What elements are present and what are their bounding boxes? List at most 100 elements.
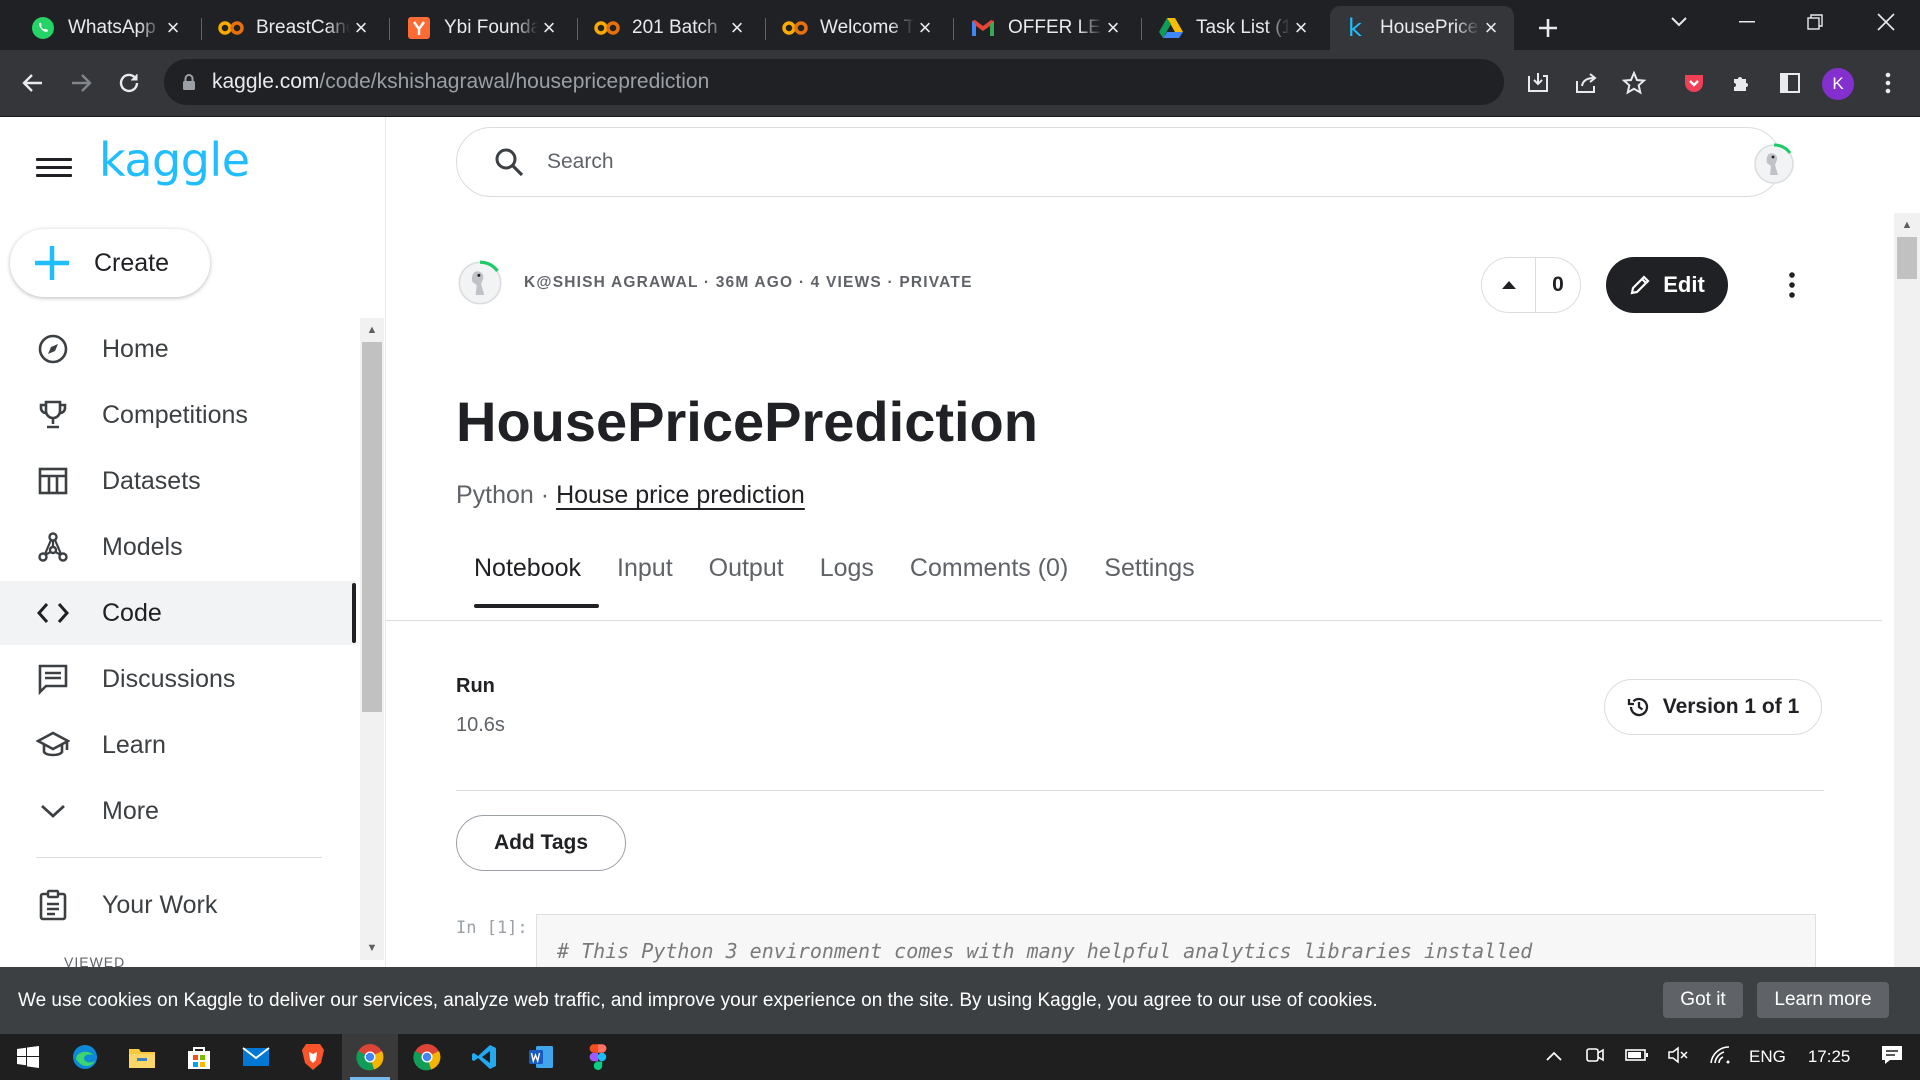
browser-tab[interactable]: BreastCancer ×	[206, 6, 384, 50]
language-indicator[interactable]: ENG	[1749, 1047, 1786, 1067]
share-icon[interactable]	[1566, 63, 1606, 103]
scrollbar-thumb[interactable]	[362, 342, 382, 712]
close-icon[interactable]: ×	[726, 15, 748, 40]
browser-tab[interactable]: Task List (1 ×	[1146, 6, 1324, 50]
upvote-control: 0	[1481, 257, 1581, 313]
more-options-icon[interactable]	[1772, 265, 1812, 305]
bookmark-star-icon[interactable]	[1614, 63, 1654, 103]
browser-tab[interactable]: Ybi Foundation ×	[394, 6, 572, 50]
file-explorer-icon[interactable]	[114, 1034, 170, 1080]
word-icon[interactable]	[513, 1034, 569, 1080]
sidebar-item-datasets[interactable]: Datasets	[0, 449, 356, 513]
upvote-button[interactable]	[1482, 258, 1536, 312]
battery-icon[interactable]	[1625, 1047, 1649, 1067]
add-tags-button[interactable]: Add Tags	[456, 815, 626, 871]
trophy-icon	[36, 398, 70, 432]
vscode-icon[interactable]	[456, 1034, 512, 1080]
profile-avatar[interactable]: K	[1822, 68, 1854, 100]
tab-output[interactable]: Output	[691, 550, 802, 606]
url-path: /code/kshishagrawal/housepriceprediction	[319, 70, 710, 93]
user-avatar[interactable]	[1752, 142, 1794, 184]
pocket-extension-icon[interactable]	[1674, 63, 1714, 103]
close-icon[interactable]: ×	[1102, 15, 1124, 40]
windows-start-icon[interactable]	[0, 1034, 56, 1080]
meet-now-icon[interactable]	[1585, 1045, 1605, 1070]
browser-tab[interactable]: Welcome To ×	[770, 6, 948, 50]
dataset-link[interactable]: House price prediction	[556, 481, 805, 509]
version-button[interactable]: Version 1 of 1	[1604, 679, 1822, 735]
close-icon[interactable]: ×	[350, 15, 372, 40]
scrollbar-thumb[interactable]	[1897, 237, 1917, 279]
forward-button[interactable]	[61, 63, 101, 103]
page-scrollbar[interactable]: ▲	[1894, 213, 1920, 967]
extensions-puzzle-icon[interactable]	[1722, 63, 1762, 103]
kaggle-icon: k	[1348, 14, 1362, 42]
hamburger-menu-icon[interactable]	[36, 153, 72, 183]
drive-icon	[1158, 15, 1184, 41]
tab-input[interactable]: Input	[599, 550, 691, 606]
sidebar-item-discussions[interactable]: Discussions	[0, 647, 356, 711]
sidebar-item-home[interactable]: Home	[0, 317, 356, 381]
tab-logs[interactable]: Logs	[802, 550, 892, 606]
close-icon[interactable]: ×	[1290, 15, 1312, 40]
run-label: Run	[456, 675, 495, 697]
side-panel-icon[interactable]	[1770, 63, 1810, 103]
scroll-down-arrow-icon[interactable]: ▼	[360, 938, 384, 958]
sidebar-item-models[interactable]: Models	[0, 515, 356, 579]
close-icon[interactable]: ×	[914, 15, 936, 40]
notification-icon[interactable]	[1880, 1044, 1904, 1071]
new-tab-button[interactable]	[1530, 10, 1566, 46]
sidebar-item-label: Home	[102, 334, 169, 363]
microsoft-store-icon[interactable]	[171, 1034, 227, 1080]
code-cell[interactable]: # This Python 3 environment comes with m…	[536, 914, 1816, 967]
url-text: kaggle.com/code/kshishagrawal/houseprice…	[212, 70, 709, 94]
sidebar-scrollbar[interactable]: ▲ ▼	[360, 318, 384, 960]
browser-tab-active[interactable]: k HousePrice ×	[1330, 6, 1514, 50]
url-domain: kaggle.com	[212, 70, 320, 93]
edit-button[interactable]: Edit	[1606, 257, 1728, 313]
search-input[interactable]	[545, 149, 1649, 175]
kaggle-logo[interactable]: kaggle	[99, 133, 250, 187]
search-bar[interactable]	[456, 127, 1782, 197]
figma-icon[interactable]	[570, 1034, 626, 1080]
close-icon[interactable]: ×	[1480, 15, 1502, 40]
chrome-taskbar-icon[interactable]	[342, 1034, 398, 1080]
tab-notebook[interactable]: Notebook	[456, 550, 600, 608]
edge-icon[interactable]	[57, 1034, 113, 1080]
sidebar-item-code[interactable]: Code	[0, 581, 356, 645]
sidebar-item-more[interactable]: More	[0, 779, 356, 843]
reload-button[interactable]	[109, 63, 149, 103]
author-avatar[interactable]	[456, 259, 504, 307]
browser-tab[interactable]: 201 Batch ×	[582, 6, 760, 50]
chrome-menu-icon[interactable]	[1868, 63, 1908, 103]
create-button[interactable]: Create	[10, 229, 210, 297]
close-icon[interactable]: ×	[162, 15, 184, 40]
mail-icon[interactable]	[228, 1034, 284, 1080]
clock[interactable]: 17:25	[1808, 1047, 1851, 1067]
address-bar[interactable]: kaggle.com/code/kshishagrawal/houseprice…	[164, 59, 1504, 105]
browser-tab[interactable]: OFFER LETTER ×	[958, 6, 1136, 50]
wifi-icon[interactable]	[1709, 1045, 1731, 1069]
tab-settings[interactable]: Settings	[1086, 550, 1212, 606]
browser-tab[interactable]: WhatsApp ×	[18, 6, 196, 50]
scroll-up-arrow-icon[interactable]: ▲	[360, 320, 384, 340]
sidebar-item-your-work[interactable]: Your Work	[0, 873, 356, 937]
sidebar-item-competitions[interactable]: Competitions	[0, 383, 356, 447]
window-close-button[interactable]	[1852, 0, 1920, 44]
scroll-up-arrow-icon[interactable]: ▲	[1894, 215, 1920, 235]
chrome-taskbar-icon-2[interactable]	[399, 1034, 455, 1080]
sidebar-item-learn[interactable]: Learn	[0, 713, 356, 777]
close-icon[interactable]: ×	[538, 15, 560, 40]
brave-browser-icon[interactable]	[285, 1034, 341, 1080]
volume-muted-icon[interactable]	[1667, 1045, 1689, 1069]
tab-comments[interactable]: Comments (0)	[892, 550, 1086, 606]
got-it-button[interactable]: Got it	[1663, 982, 1743, 1018]
minimize-button[interactable]	[1713, 0, 1781, 44]
restore-button[interactable]	[1781, 0, 1849, 44]
install-app-icon[interactable]	[1518, 63, 1558, 103]
back-button[interactable]	[13, 63, 53, 103]
table-icon	[36, 464, 70, 498]
tab-search-chevron-down-icon[interactable]	[1645, 0, 1713, 44]
chevron-up-icon[interactable]	[1545, 1047, 1563, 1067]
learn-more-button[interactable]: Learn more	[1757, 982, 1889, 1018]
